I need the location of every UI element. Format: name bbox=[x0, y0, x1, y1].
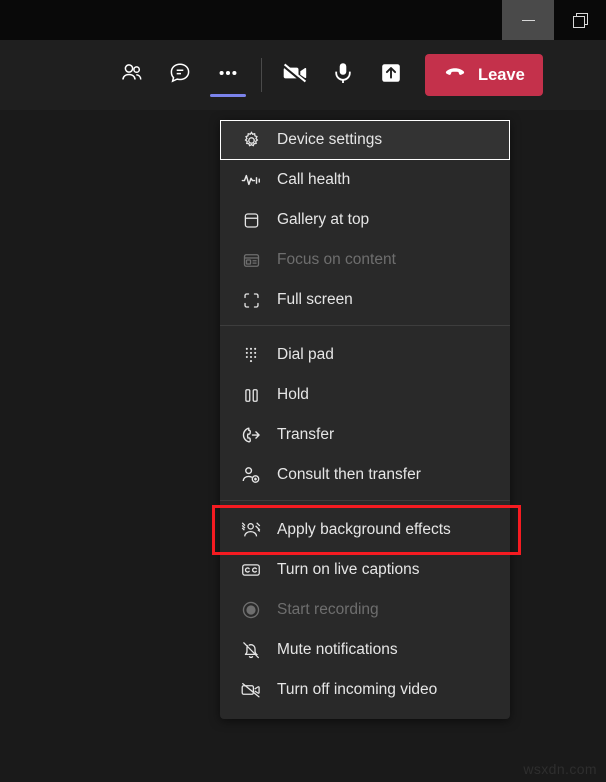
closed-captions-icon bbox=[239, 558, 263, 582]
menu-item-label: Focus on content bbox=[277, 251, 396, 268]
toolbar-more-options-button[interactable] bbox=[204, 51, 252, 99]
pulse-icon bbox=[239, 168, 263, 192]
microphone-icon bbox=[329, 59, 357, 92]
camera-off-icon bbox=[281, 59, 309, 92]
toolbar-people-button[interactable] bbox=[108, 51, 156, 99]
menu-item-label: Gallery at top bbox=[277, 211, 370, 228]
menu-item-label: Start recording bbox=[277, 601, 379, 618]
menu-item-label: Mute notifications bbox=[277, 641, 398, 658]
menu-item-label: Turn on live captions bbox=[277, 561, 420, 578]
menu-item-start-recording: Start recording bbox=[220, 590, 510, 630]
menu-item-apply-background-effects[interactable]: Apply background effects bbox=[212, 505, 521, 555]
menu-item-dial-pad[interactable]: Dial pad bbox=[220, 335, 510, 375]
menu-group-call: Dial pad Hold Transfer Consult then tran… bbox=[220, 335, 510, 495]
restore-button[interactable] bbox=[554, 0, 606, 40]
menu-group-view: Device settings Call health Gallery at t… bbox=[220, 120, 510, 320]
menu-item-label: Transfer bbox=[277, 426, 335, 443]
title-bar bbox=[0, 0, 606, 40]
full-screen-icon bbox=[239, 288, 263, 312]
active-tab-indicator bbox=[210, 94, 246, 97]
gear-icon bbox=[239, 128, 263, 152]
watermark: wsxdn.com bbox=[523, 761, 597, 777]
hangup-icon bbox=[443, 61, 467, 90]
menu-item-full-screen[interactable]: Full screen bbox=[220, 280, 510, 320]
menu-item-device-settings[interactable]: Device settings bbox=[220, 120, 510, 160]
leave-button-label: Leave bbox=[478, 65, 525, 84]
menu-item-hold[interactable]: Hold bbox=[220, 375, 510, 415]
background-effects-icon bbox=[239, 518, 263, 542]
focus-content-icon bbox=[239, 248, 263, 272]
dial-pad-icon bbox=[239, 343, 263, 367]
minimize-button[interactable] bbox=[502, 0, 554, 40]
leave-button[interactable]: Leave bbox=[425, 54, 543, 96]
menu-item-label: Call health bbox=[277, 171, 351, 188]
toolbar-microphone-button[interactable] bbox=[319, 51, 367, 99]
toolbar-share-button[interactable] bbox=[367, 51, 415, 99]
menu-item-transfer[interactable]: Transfer bbox=[220, 415, 510, 455]
menu-item-focus-on-content: Focus on content bbox=[220, 240, 510, 280]
menu-group-media: Apply background effects Turn on live ca… bbox=[212, 505, 521, 710]
consult-transfer-icon bbox=[239, 463, 263, 487]
people-icon bbox=[119, 60, 145, 91]
more-actions-menu: Device settings Call health Gallery at t… bbox=[212, 120, 521, 719]
menu-item-turn-off-incoming-video[interactable]: Turn off incoming video bbox=[220, 670, 510, 710]
menu-item-mute-notifications[interactable]: Mute notifications bbox=[220, 630, 510, 670]
menu-item-label: Device settings bbox=[277, 131, 383, 148]
menu-item-label: Hold bbox=[277, 386, 309, 403]
incoming-video-off-icon bbox=[239, 678, 263, 702]
menu-item-label: Apply background effects bbox=[277, 521, 451, 538]
toolbar-camera-button[interactable] bbox=[271, 51, 319, 99]
more-options-icon bbox=[215, 60, 241, 91]
meeting-toolbar: Show conversation bbox=[0, 40, 606, 110]
gallery-top-icon bbox=[239, 208, 263, 232]
menu-item-label: Full screen bbox=[277, 291, 353, 308]
menu-item-gallery-at-top[interactable]: Gallery at top bbox=[220, 200, 510, 240]
hold-icon bbox=[239, 383, 263, 407]
menu-item-label: Consult then transfer bbox=[277, 466, 421, 483]
menu-separator bbox=[220, 500, 510, 501]
share-tray-icon bbox=[377, 59, 405, 92]
toolbar-divider bbox=[261, 58, 262, 92]
menu-item-label: Dial pad bbox=[277, 346, 334, 363]
minimize-icon bbox=[521, 19, 535, 21]
menu-separator bbox=[220, 325, 510, 326]
record-icon bbox=[239, 598, 263, 622]
menu-item-consult-then-transfer[interactable]: Consult then transfer bbox=[220, 455, 510, 495]
bell-off-icon bbox=[239, 638, 263, 662]
menu-item-label: Turn off incoming video bbox=[277, 681, 438, 698]
chat-icon bbox=[167, 60, 193, 91]
menu-item-call-health[interactable]: Call health bbox=[220, 160, 510, 200]
toolbar-chat-button[interactable]: Show conversation bbox=[156, 51, 204, 99]
restore-icon bbox=[573, 13, 588, 28]
transfer-icon bbox=[239, 423, 263, 447]
menu-item-turn-on-live-captions[interactable]: Turn on live captions bbox=[220, 550, 510, 590]
